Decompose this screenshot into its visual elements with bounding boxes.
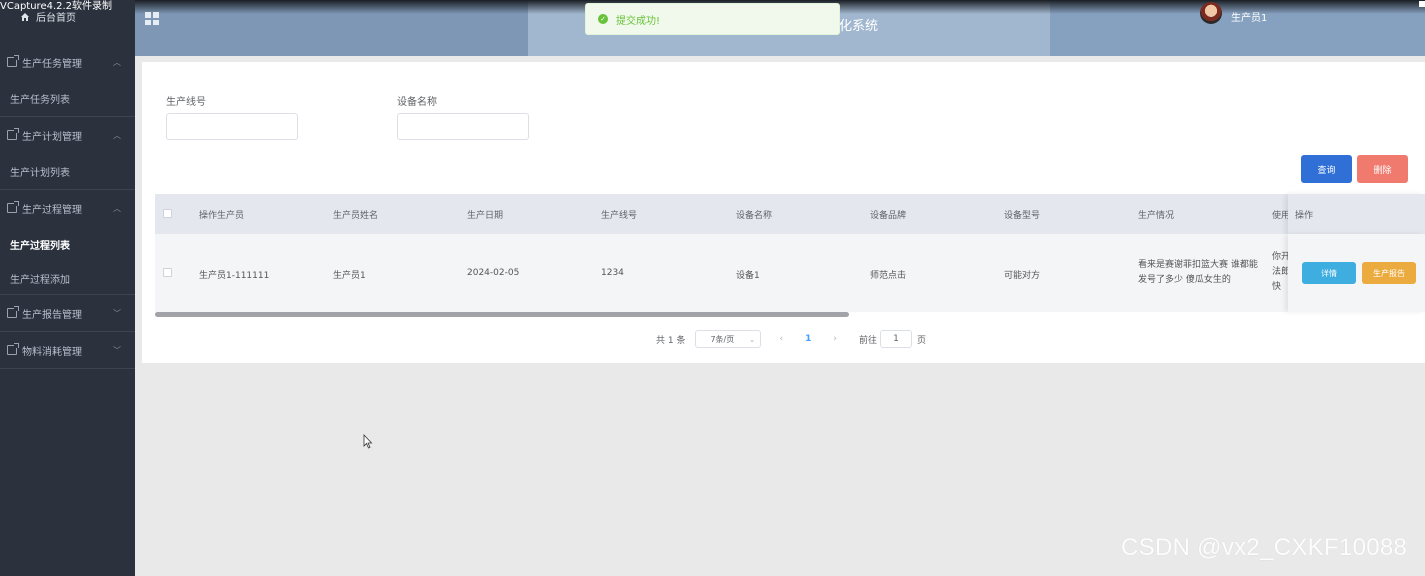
cell-date: 2024-02-05: [467, 268, 520, 278]
menu-head-label: 生产任务管理: [22, 58, 82, 70]
chevron-up-icon: ︿: [113, 131, 121, 140]
sidebar-home[interactable]: 后台首页: [20, 9, 76, 24]
menu-head-label: 生产过程管理: [22, 204, 82, 216]
menu-group-task: 生产任务管理 ︿ 生产任务列表: [0, 44, 135, 117]
sidebar-item-process-list[interactable]: 生产过程列表: [0, 226, 135, 262]
column-header: 操作: [1295, 211, 1314, 221]
user-name[interactable]: 生产员1: [1231, 9, 1267, 24]
table-row[interactable]: 生产员1-111111 生产员1 2024-02-05 1234 设备1 师范点…: [155, 234, 1425, 312]
menu-head-process[interactable]: 生产过程管理 ︿: [0, 190, 135, 226]
cell-name: 生产员1: [333, 271, 366, 281]
menu-head-task[interactable]: 生产任务管理 ︿: [0, 44, 135, 80]
menu-head-report[interactable]: 生产报告管理 ﹀: [0, 295, 135, 331]
external-link-icon: [7, 306, 19, 318]
column-header[interactable]: 生产日期: [467, 208, 503, 221]
menu-group-material: 物料消耗管理 ﹀: [0, 332, 135, 369]
cell-situation: 看来是赛谢菲扣篮大赛 谁都能发号了多少 傻瓜女生的: [1138, 260, 1258, 285]
next-page-icon[interactable]: ›: [833, 334, 837, 344]
horizontal-scrollbar[interactable]: [155, 312, 849, 317]
menu-toggle-icon[interactable]: [145, 12, 160, 25]
cell-device: 设备1: [736, 271, 760, 281]
operation-column: 详情 生产报告: [1288, 234, 1425, 312]
menu-group-process: 生产过程管理 ︿ 生产过程列表 生产过程添加: [0, 190, 135, 295]
success-toast: ✓ 提交成功!: [585, 3, 840, 35]
avatar[interactable]: [1200, 2, 1222, 24]
external-link-icon: [7, 128, 19, 140]
watermark: CSDN @vx2_CXKF10088: [1121, 534, 1408, 561]
line-number-input[interactable]: [166, 113, 298, 140]
menu-group-plan: 生产计划管理 ︿ 生产计划列表: [0, 117, 135, 190]
external-link-icon: [7, 201, 19, 213]
menu-head-plan[interactable]: 生产计划管理 ︿: [0, 117, 135, 153]
column-header[interactable]: 设备型号: [1004, 208, 1040, 221]
pagination-total: 共 1 条: [656, 335, 686, 346]
menu-head-label: 生产报告管理: [22, 309, 82, 321]
chevron-up-icon: ︿: [113, 58, 121, 67]
page-size-select[interactable]: 7条/页 ⌄: [695, 330, 762, 348]
external-link-icon: [7, 343, 19, 355]
home-icon: [21, 12, 29, 21]
table-header: 操作生产员 生产员姓名 生产日期 生产线号 设备名称 设备品牌 设备型号 生产情…: [155, 194, 1425, 234]
cell-operator: 生产员1-111111: [199, 271, 270, 281]
page-size-value: 7条/页: [710, 334, 735, 344]
chevron-up-icon: ︿: [113, 204, 121, 213]
prev-page-icon[interactable]: ‹: [779, 334, 783, 344]
page-number-current[interactable]: 1: [805, 334, 811, 344]
data-table: 操作生产员 生产员姓名 生产日期 生产线号 设备名称 设备品牌 设备型号 生产情…: [155, 194, 1425, 312]
device-name-input[interactable]: [397, 113, 529, 140]
line-number-label: 生产线号: [166, 97, 206, 108]
sidebar: VCapture4.2.2软件录制 后台首页 生产任务管理 ︿ 生产任务列表 生…: [0, 0, 135, 576]
operation-column-header: 操作: [1288, 194, 1425, 234]
mouse-cursor-icon: [363, 434, 373, 449]
column-header[interactable]: 生产员姓名: [333, 208, 378, 221]
menu-head-label: 物料消耗管理: [22, 346, 82, 358]
select-all-checkbox[interactable]: [163, 209, 172, 218]
page-suffix: 页: [916, 335, 926, 346]
row-checkbox[interactable]: [163, 268, 172, 277]
cell-brand: 师范点击: [870, 271, 907, 281]
system-title: 化系统: [839, 19, 879, 34]
chevron-down-icon: ﹀: [113, 346, 121, 355]
detail-button[interactable]: 详情: [1302, 262, 1356, 284]
cell-model: 可能对方: [1004, 271, 1041, 281]
cell-line: 1234: [601, 268, 624, 278]
sidebar-menu: 生产任务管理 ︿ 生产任务列表 生产计划管理 ︿ 生产计划列表 生产过程管理 ︿…: [0, 44, 135, 369]
menu-head-material[interactable]: 物料消耗管理 ﹀: [0, 332, 135, 368]
toast-message: 提交成功!: [616, 15, 661, 27]
column-header[interactable]: 生产线号: [601, 208, 637, 221]
pagination: 共 1 条 7条/页 ⌄ ‹ 1 › 前往 1 页: [656, 330, 926, 348]
window-control-icon[interactable]: [1419, 1, 1425, 7]
main-card: 生产线号 设备名称 查询 删除 操作生产员 生产员姓名 生产日期 生产线号 设备…: [142, 62, 1425, 363]
sidebar-item-plan-list[interactable]: 生产计划列表: [0, 153, 135, 189]
chevron-down-icon: ⌄: [748, 334, 756, 344]
sidebar-item-task-list[interactable]: 生产任务列表: [0, 80, 135, 116]
menu-group-report: 生产报告管理 ﹀: [0, 295, 135, 332]
sidebar-item-process-add[interactable]: 生产过程添加: [0, 262, 135, 294]
column-header[interactable]: 操作生产员: [199, 208, 244, 221]
check-circle-icon: ✓: [598, 14, 608, 24]
delete-button[interactable]: 删除: [1357, 155, 1408, 183]
goto-page-input[interactable]: 1: [879, 330, 912, 348]
sidebar-home-label: 后台首页: [36, 13, 76, 24]
query-button[interactable]: 查询: [1301, 155, 1352, 183]
device-name-label: 设备名称: [397, 97, 437, 108]
chevron-down-icon: ﹀: [113, 309, 121, 318]
goto-label: 前往: [858, 335, 877, 346]
column-header[interactable]: 设备品牌: [870, 208, 906, 221]
column-header[interactable]: 设备名称: [736, 208, 772, 221]
external-link-icon: [7, 55, 19, 67]
menu-head-label: 生产计划管理: [22, 131, 82, 143]
column-header[interactable]: 生产情况: [1138, 208, 1174, 221]
report-button[interactable]: 生产报告: [1362, 262, 1416, 284]
